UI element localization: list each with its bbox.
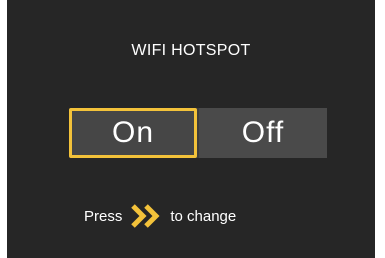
toggle-option-on[interactable]: On [69,108,197,158]
toggle-option-off[interactable]: Off [199,108,327,158]
page-title: WIFI HOTSPOT [131,42,251,59]
double-chevron-right-icon [130,204,164,228]
change-hint: Press to change [84,202,236,230]
wifi-hotspot-screen: WIFI HOTSPOT On Off Press to change [7,0,375,258]
hint-prefix: Press [84,207,123,225]
hint-suffix: to change [170,207,237,225]
wifi-hotspot-toggle[interactable]: On Off [69,108,327,158]
